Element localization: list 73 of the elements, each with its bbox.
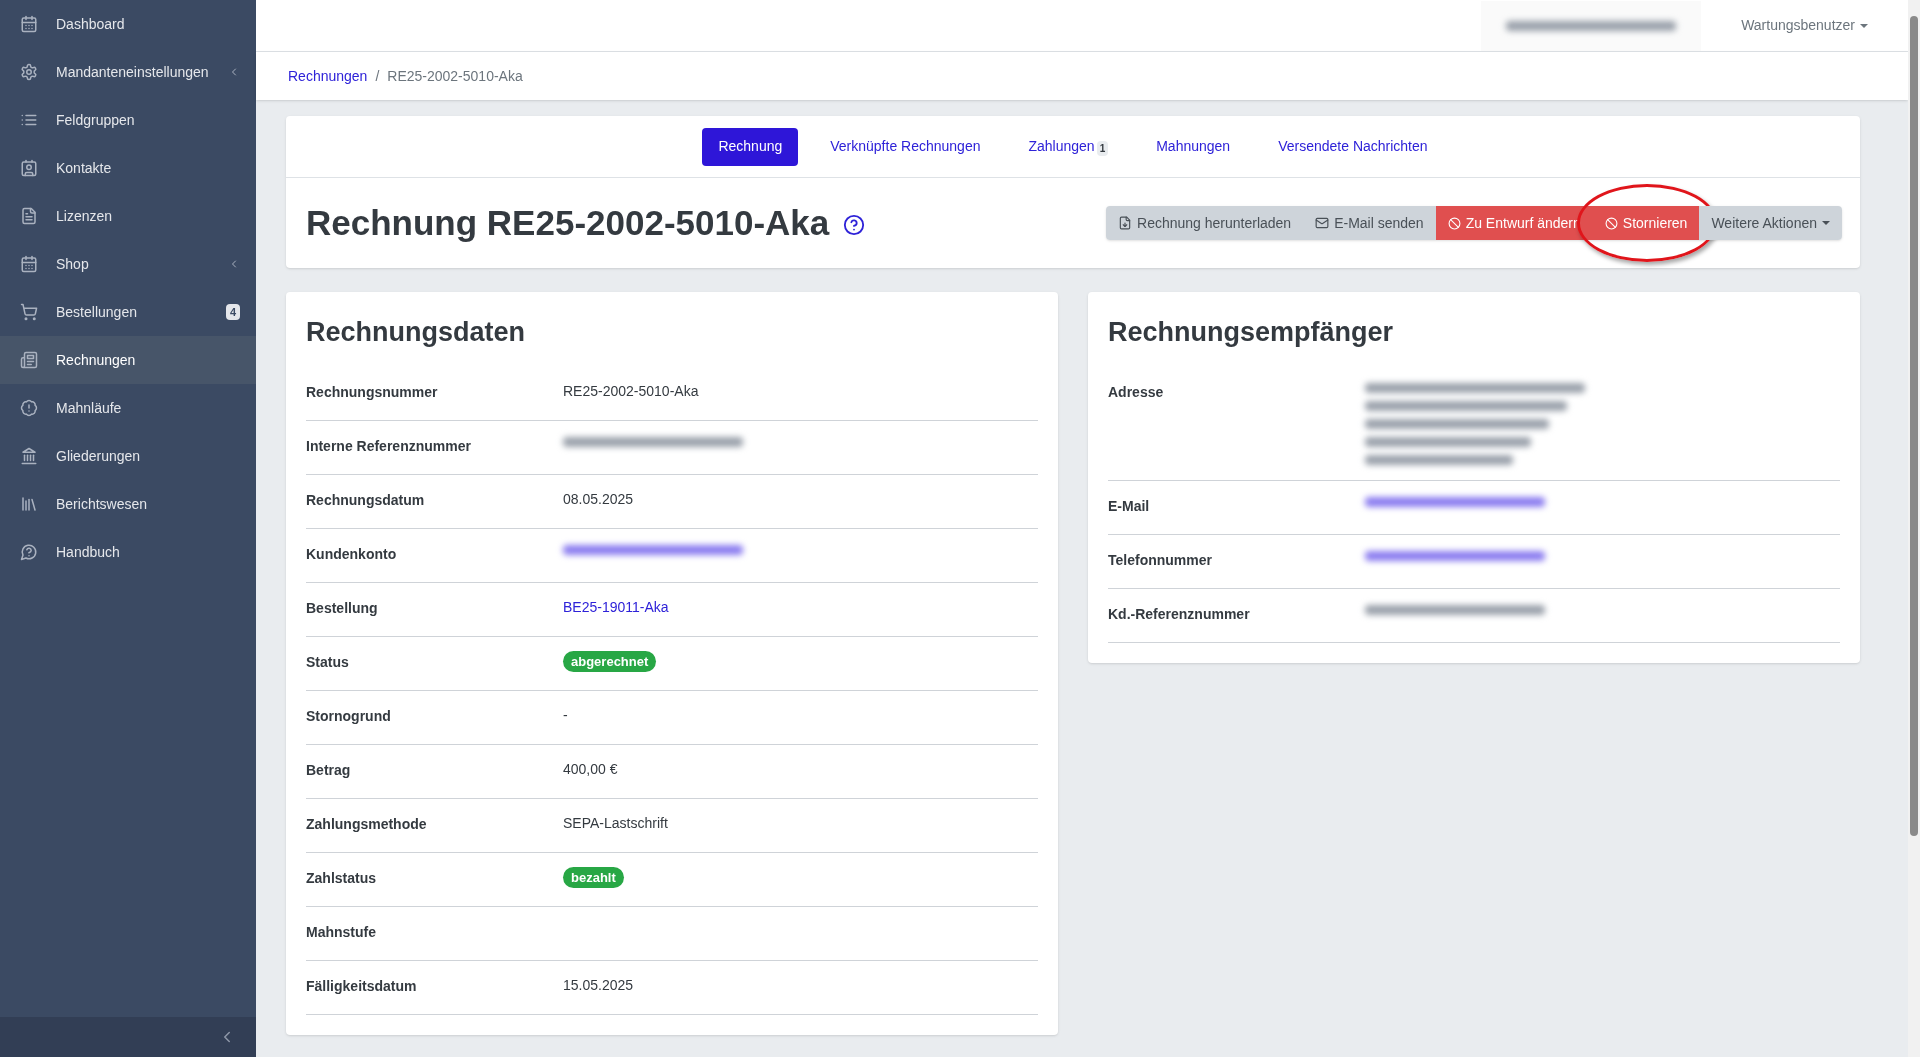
order-link[interactable]: BE25-19011-Aka xyxy=(563,596,669,618)
field-value: 400,00 € xyxy=(563,759,618,779)
field-label: Stornogrund xyxy=(306,707,391,724)
sidebar-item[interactable]: Mahnläufe xyxy=(0,384,256,432)
field-label: Zahlstatus xyxy=(306,869,376,886)
sidebar-item[interactable]: Feldgruppen xyxy=(0,96,256,144)
field-label: Status xyxy=(306,653,349,670)
action-button[interactable]: E-Mail senden xyxy=(1303,206,1436,240)
sidebar-item[interactable]: Lizenzen xyxy=(0,192,256,240)
exclamation-icon xyxy=(20,399,38,417)
field-label: E-Mail xyxy=(1108,497,1150,514)
tab[interactable]: Rechnung xyxy=(702,127,799,166)
breadcrumb-link[interactable]: Rechnungen xyxy=(288,65,368,87)
status-badge: abgerechnet xyxy=(563,650,657,672)
sidebar-item[interactable]: Dashboard xyxy=(0,0,256,48)
document-icon xyxy=(20,207,38,225)
field-label: Betrag xyxy=(306,761,351,778)
help-icon xyxy=(20,543,38,561)
card-heading: Rechnungsdaten xyxy=(306,316,527,349)
user-menu[interactable]: Wartungsbenutzer xyxy=(1741,15,1868,36)
settings-icon xyxy=(20,63,38,81)
sidebar-item[interactable]: Rechnungen xyxy=(0,336,256,384)
tab[interactable]: Versendete Nachrichten xyxy=(1262,127,1444,166)
field-label: Adresse xyxy=(1108,383,1164,400)
sidebar-item[interactable]: Bestellungen 4 xyxy=(0,288,256,336)
sidebar-item[interactable]: Shop xyxy=(0,240,256,288)
field-label: Zahlungsmethode xyxy=(306,815,427,832)
field-label: Kundenkonto xyxy=(306,545,397,562)
field-label: Kd.-Referenznummer xyxy=(1108,605,1250,622)
caret-icon xyxy=(1822,221,1830,225)
ban-icon xyxy=(1604,216,1618,230)
calendar-icon xyxy=(20,15,38,33)
sidebar-item[interactable]: Mandanteneinstellungen xyxy=(0,48,256,96)
field-label: Bestellung xyxy=(306,599,378,616)
status-badge: bezahlt xyxy=(563,866,624,888)
books-icon xyxy=(20,495,38,513)
field-label: Fälligkeitsdatum xyxy=(306,977,417,994)
field-label: Rechnungsdatum xyxy=(306,491,425,508)
action-button[interactable]: Weitere Aktionen xyxy=(1699,206,1842,240)
sidebar-item[interactable]: Berichtswesen xyxy=(0,480,256,528)
bank-icon xyxy=(20,447,38,465)
count-badge: 1 xyxy=(1096,140,1109,156)
ban-icon xyxy=(1447,216,1461,230)
field-label: Telefonnummer xyxy=(1108,551,1212,568)
calendar-icon xyxy=(20,255,38,273)
count-badge: 4 xyxy=(225,303,240,321)
sidebar-item[interactable]: Gliederungen xyxy=(0,432,256,480)
field-value: 15.05.2025 xyxy=(563,975,634,995)
sidebar-item[interactable]: Kontakte xyxy=(0,144,256,192)
card-heading: Rechnungsempfänger xyxy=(1108,316,1395,349)
page-title: Rechnung RE25-2002-5010-Aka xyxy=(306,201,830,244)
field-label: Rechnungsnummer xyxy=(306,383,438,400)
field-label: Interne Referenznummer xyxy=(306,437,471,454)
contact-card-icon xyxy=(20,159,38,177)
caret-icon xyxy=(1860,23,1868,28)
mail-icon xyxy=(1315,216,1330,230)
breadcrumb-separator: / xyxy=(375,66,380,86)
cart-icon xyxy=(20,303,38,321)
field-value: RE25-2002-5010-Aka xyxy=(563,381,699,401)
action-button[interactable]: Rechnung herunterladen xyxy=(1106,206,1304,240)
invoice-icon xyxy=(20,351,38,369)
sidebar-item[interactable]: Handbuch xyxy=(0,528,256,576)
pdf-icon xyxy=(1118,216,1132,230)
breadcrumb-current: RE25-2002-5010-Aka xyxy=(387,66,523,86)
field-label: Mahnstufe xyxy=(306,923,376,940)
tab[interactable]: Verknüpfte Rechnungen xyxy=(814,127,997,166)
field-value: SEPA-Lastschrift xyxy=(563,813,668,833)
action-button[interactable]: Stornieren xyxy=(1592,206,1700,240)
help-icon[interactable] xyxy=(843,214,866,236)
tab[interactable]: Zahlungen 1 xyxy=(1012,127,1125,166)
tab[interactable]: Mahnungen xyxy=(1140,127,1247,166)
field-value: - xyxy=(563,705,568,725)
field-value: 08.05.2025 xyxy=(563,489,634,509)
